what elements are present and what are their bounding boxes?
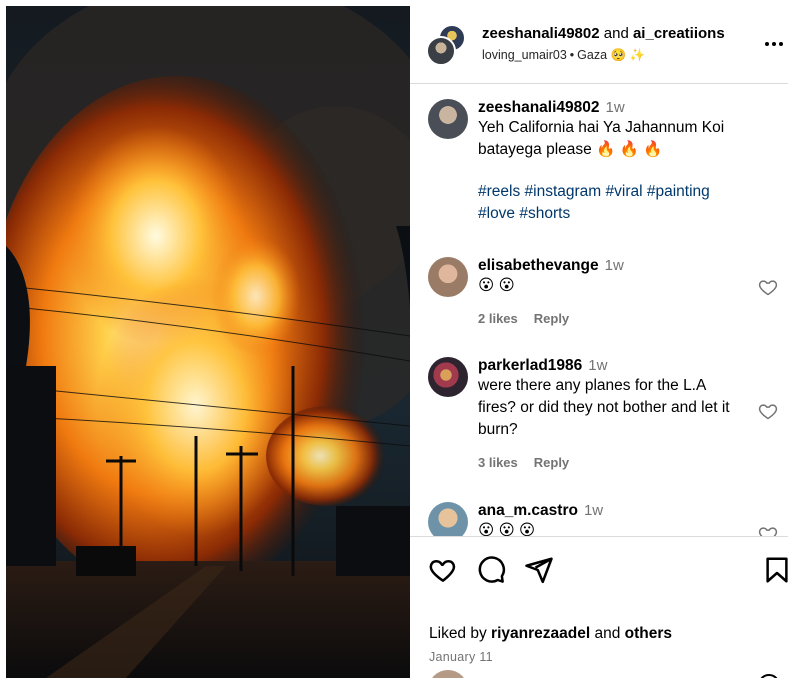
post-subline: loving_umair03 • Gaza 🥺 ✨ [482, 48, 725, 63]
bookmark-icon[interactable] [762, 555, 788, 585]
caption-username[interactable]: zeeshanali49802 [478, 99, 600, 116]
post-media[interactable] [6, 6, 410, 678]
reply-button[interactable]: Reply [534, 455, 569, 470]
avatar[interactable] [428, 99, 468, 139]
hashtags: #reels #instagram #viral #painting #love… [478, 181, 740, 225]
collab-avatars[interactable] [426, 24, 468, 66]
caption-time[interactable]: 1w [606, 99, 625, 116]
audio-user-link[interactable]: loving_umair03 [482, 48, 567, 62]
comments-list[interactable]: zeeshanali49802 1w Yeh California hai Ya … [410, 85, 788, 536]
comment-text: were there any planes for the L.A fires?… [478, 377, 730, 438]
liked-by-others[interactable]: others [625, 625, 672, 642]
collab-username[interactable]: ai_creatiions [633, 25, 725, 42]
comment-time[interactable]: 1w [605, 257, 624, 274]
owner-conjunction: and [603, 25, 629, 42]
likes-summary: Liked by riyanrezaadel and others [429, 625, 672, 643]
location-link[interactable]: Gaza 🥺 ✨ [577, 48, 645, 62]
avatar[interactable] [428, 502, 468, 536]
comment-like-heart-icon[interactable] [758, 277, 778, 297]
comment-username[interactable]: elisabethevange [478, 257, 599, 274]
comment-meta: 2 likes Reply [478, 311, 740, 326]
comment-username[interactable]: ana_m.castro [478, 502, 578, 519]
comment-time[interactable]: 1w [584, 502, 603, 519]
avatar[interactable] [426, 36, 456, 66]
comment-likes[interactable]: 3 likes [478, 455, 518, 470]
more-options-icon[interactable] [760, 30, 788, 58]
comment-text: 😮 😮 😮 [478, 522, 536, 536]
comment-like-heart-icon[interactable] [758, 401, 778, 421]
liked-by-user[interactable]: riyanrezaadel [491, 625, 590, 642]
owner-username[interactable]: zeeshanali49802 [482, 25, 600, 42]
post-owners: zeeshanali49802 and ai_creatiions [482, 25, 725, 42]
post-date[interactable]: January 11 [429, 650, 493, 664]
likes-conjunction: and [594, 625, 621, 642]
avatar[interactable] [428, 257, 468, 297]
post-sidebar: zeeshanali49802 and ai_creatiions loving… [410, 6, 788, 678]
comment-icon[interactable] [476, 555, 506, 585]
avatar[interactable] [428, 357, 468, 397]
likes-prefix: Liked by [429, 625, 487, 642]
separator: • [569, 48, 575, 62]
heart-icon[interactable] [428, 555, 458, 585]
send-icon[interactable] [524, 555, 554, 585]
comment-like-heart-icon[interactable] [758, 524, 778, 536]
post-header: zeeshanali49802 and ai_creatiions loving… [410, 6, 788, 84]
post-actions: Liked by riyanrezaadel and others Januar… [410, 536, 788, 678]
comment-time[interactable]: 1w [588, 357, 607, 374]
comment-meta: 3 likes Reply [478, 455, 740, 470]
fire-scene-image [6, 6, 410, 678]
caption-text: Yeh California hai Ya Jahannum Koi batay… [478, 119, 725, 158]
comment-username[interactable]: parkerlad1986 [478, 357, 582, 374]
hashtags-line[interactable]: #love #shorts [478, 203, 740, 225]
reply-button[interactable]: Reply [534, 311, 569, 326]
hashtags-line[interactable]: #reels #instagram #viral #painting [478, 181, 740, 203]
comment-text: 😮 😮 [478, 277, 515, 294]
comment-likes[interactable]: 2 likes [478, 311, 518, 326]
